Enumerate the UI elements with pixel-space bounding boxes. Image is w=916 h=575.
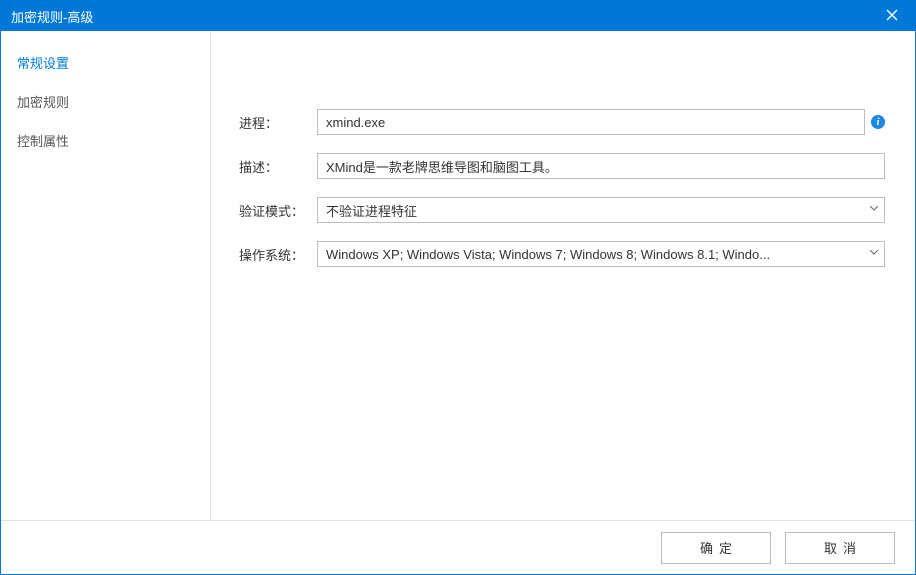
sidebar-item-general[interactable]: 常规设置 [1,43,210,82]
info-icon[interactable]: i [871,115,885,129]
window-title: 加密规则-高级 [11,7,877,26]
sidebar-item-label: 加密规则 [17,95,69,110]
verify-mode-value: 不验证进程特征 [326,201,866,220]
os-value: Windows XP; Windows Vista; Windows 7; Wi… [326,247,866,262]
dialog-body: 常规设置 加密规则 控制属性 进程： i 描述： [1,31,915,520]
description-input[interactable] [317,153,885,179]
os-label: 操作系统： [239,245,317,264]
footer: 确定 取消 [1,520,915,574]
close-icon [886,9,898,24]
process-field: i [317,109,885,135]
verify-mode-select[interactable]: 不验证进程特征 [317,197,885,223]
os-select[interactable]: Windows XP; Windows Vista; Windows 7; Wi… [317,241,885,267]
dialog-window: 加密规则-高级 常规设置 加密规则 控制属性 进程： i [0,0,916,575]
description-field [317,153,885,179]
sidebar-item-control-attr[interactable]: 控制属性 [1,121,210,160]
form-row-process: 进程： i [239,109,885,135]
sidebar-item-label: 常规设置 [17,56,69,71]
sidebar-item-label: 控制属性 [17,134,69,149]
ok-button[interactable]: 确定 [661,532,771,564]
process-input[interactable] [317,109,865,135]
form-row-verify-mode: 验证模式： 不验证进程特征 [239,197,885,223]
titlebar: 加密规则-高级 [1,1,915,31]
form-row-description: 描述： [239,153,885,179]
close-button[interactable] [877,1,907,31]
sidebar-item-encrypt-rule[interactable]: 加密规则 [1,82,210,121]
sidebar: 常规设置 加密规则 控制属性 [1,31,211,520]
content-panel: 进程： i 描述： 验证模式： 不验证进程特征 [211,31,915,520]
verify-mode-label: 验证模式： [239,201,317,220]
chevron-down-icon [870,206,878,214]
description-label: 描述： [239,157,317,176]
verify-mode-field: 不验证进程特征 [317,197,885,223]
form-row-os: 操作系统： Windows XP; Windows Vista; Windows… [239,241,885,267]
chevron-down-icon [870,250,878,258]
process-label: 进程： [239,113,317,132]
os-field: Windows XP; Windows Vista; Windows 7; Wi… [317,241,885,267]
cancel-button[interactable]: 取消 [785,532,895,564]
